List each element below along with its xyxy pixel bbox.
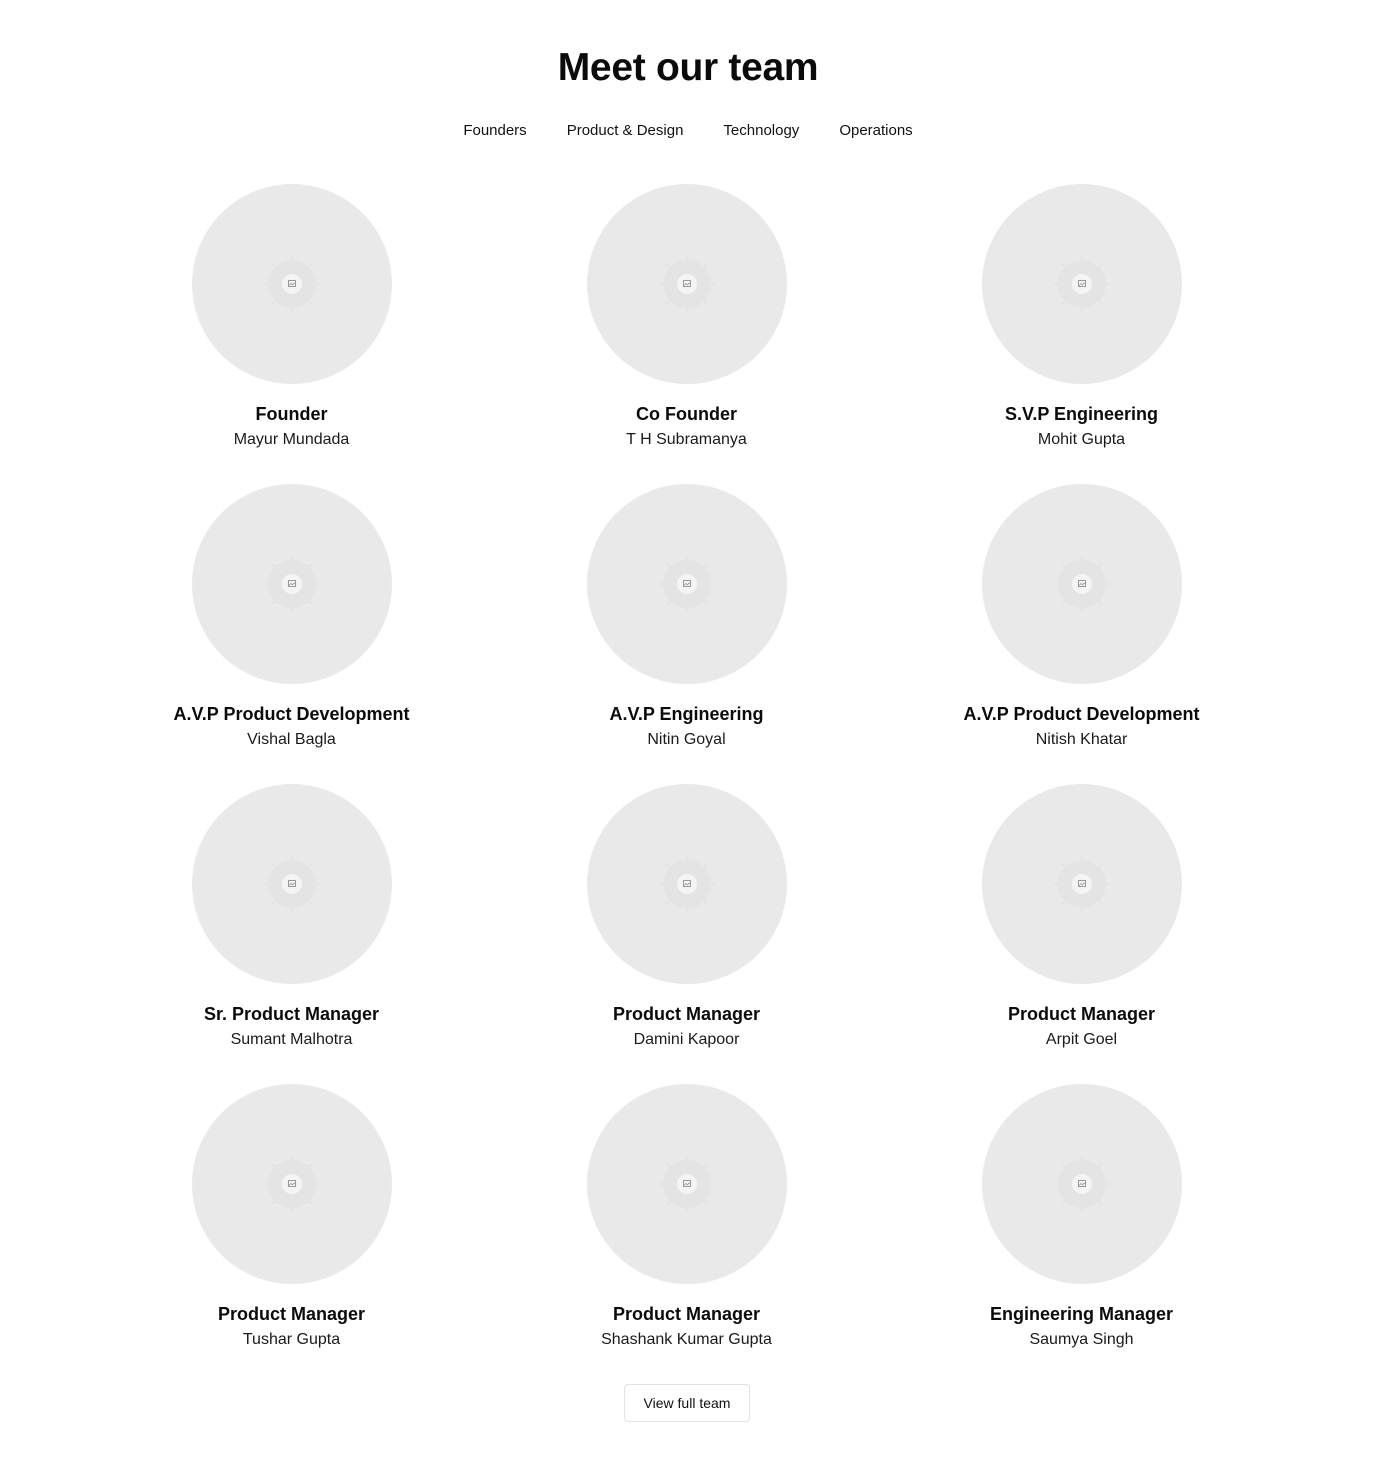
team-member-card: Product Manager Shashank Kumar Gupta — [489, 1084, 884, 1384]
team-member-card: Sr. Product Manager Sumant Malhotra — [94, 784, 489, 1084]
team-section: Meet our team Founders Product & Design … — [0, 0, 1376, 1472]
avatar — [981, 784, 1182, 984]
member-role: Product Manager — [217, 1304, 366, 1324]
member-name: Saumya Singh — [1029, 1331, 1134, 1348]
avatar — [981, 184, 1182, 384]
member-role: Co Founder — [636, 404, 737, 424]
member-role: Product Manager — [612, 1004, 761, 1024]
team-member-card: A.V.P Product Development Vishal Bagla — [94, 484, 489, 784]
avatar — [586, 184, 787, 384]
member-role: A.V.P Product Development — [173, 704, 410, 724]
member-name: Mayur Mundada — [233, 431, 350, 448]
member-role: Product Manager — [1007, 1004, 1156, 1024]
view-full-team-button[interactable]: View full team — [624, 1384, 750, 1422]
member-role: Sr. Product Manager — [203, 1004, 380, 1024]
tab-product-design[interactable]: Product & Design — [567, 121, 684, 141]
member-name: Vishal Bagla — [247, 731, 336, 748]
avatar — [191, 184, 392, 384]
member-name: Shashank Kumar Gupta — [601, 1331, 772, 1348]
member-name: T H Subramanya — [626, 431, 747, 448]
avatar — [191, 484, 392, 684]
member-role: S.V.P Engineering — [1004, 404, 1159, 424]
member-role: Product Manager — [612, 1304, 761, 1324]
team-member-card: Product Manager Tushar Gupta — [94, 1084, 489, 1384]
member-name: Sumant Malhotra — [230, 1031, 353, 1048]
avatar — [191, 784, 392, 984]
team-category-tabs: Founders Product & Design Technology Ope… — [0, 121, 1376, 141]
team-member-card: A.V.P Engineering Nitin Goyal — [489, 484, 884, 784]
team-member-card: S.V.P Engineering Mohit Gupta — [884, 184, 1279, 484]
member-name: Damini Kapoor — [633, 1031, 740, 1048]
tab-founders[interactable]: Founders — [463, 121, 526, 141]
team-member-card: Product Manager Damini Kapoor — [489, 784, 884, 1084]
team-member-card: Product Manager Arpit Goel — [884, 784, 1279, 1084]
avatar — [586, 1084, 787, 1284]
avatar — [191, 1084, 392, 1284]
avatar — [586, 484, 787, 684]
team-member-card: Co Founder T H Subramanya — [489, 184, 884, 484]
member-role: A.V.P Engineering — [609, 704, 764, 724]
member-name: Nitish Khatar — [1035, 731, 1128, 748]
tab-technology[interactable]: Technology — [723, 121, 799, 141]
avatar — [586, 784, 787, 984]
avatar — [981, 1084, 1182, 1284]
tab-operations[interactable]: Operations — [839, 121, 912, 141]
team-grid: Founder Mayur Mundada Co Founder T H Subram… — [94, 184, 1278, 1384]
member-name: Tushar Gupta — [242, 1331, 341, 1348]
team-member-card: Founder Mayur Mundada — [94, 184, 489, 484]
member-name: Arpit Goel — [1045, 1031, 1118, 1048]
member-name: Nitin Goyal — [647, 731, 726, 748]
member-role: Founder — [255, 404, 328, 424]
avatar — [981, 484, 1182, 684]
team-member-card: Engineering Manager Saumya Singh — [884, 1084, 1279, 1384]
page-title: Meet our team — [557, 46, 819, 89]
team-member-card: A.V.P Product Development Nitish Khatar — [884, 484, 1279, 784]
member-name: Mohit Gupta — [1037, 431, 1126, 448]
member-role: A.V.P Product Development — [963, 704, 1200, 724]
member-role: Engineering Manager — [989, 1304, 1174, 1324]
